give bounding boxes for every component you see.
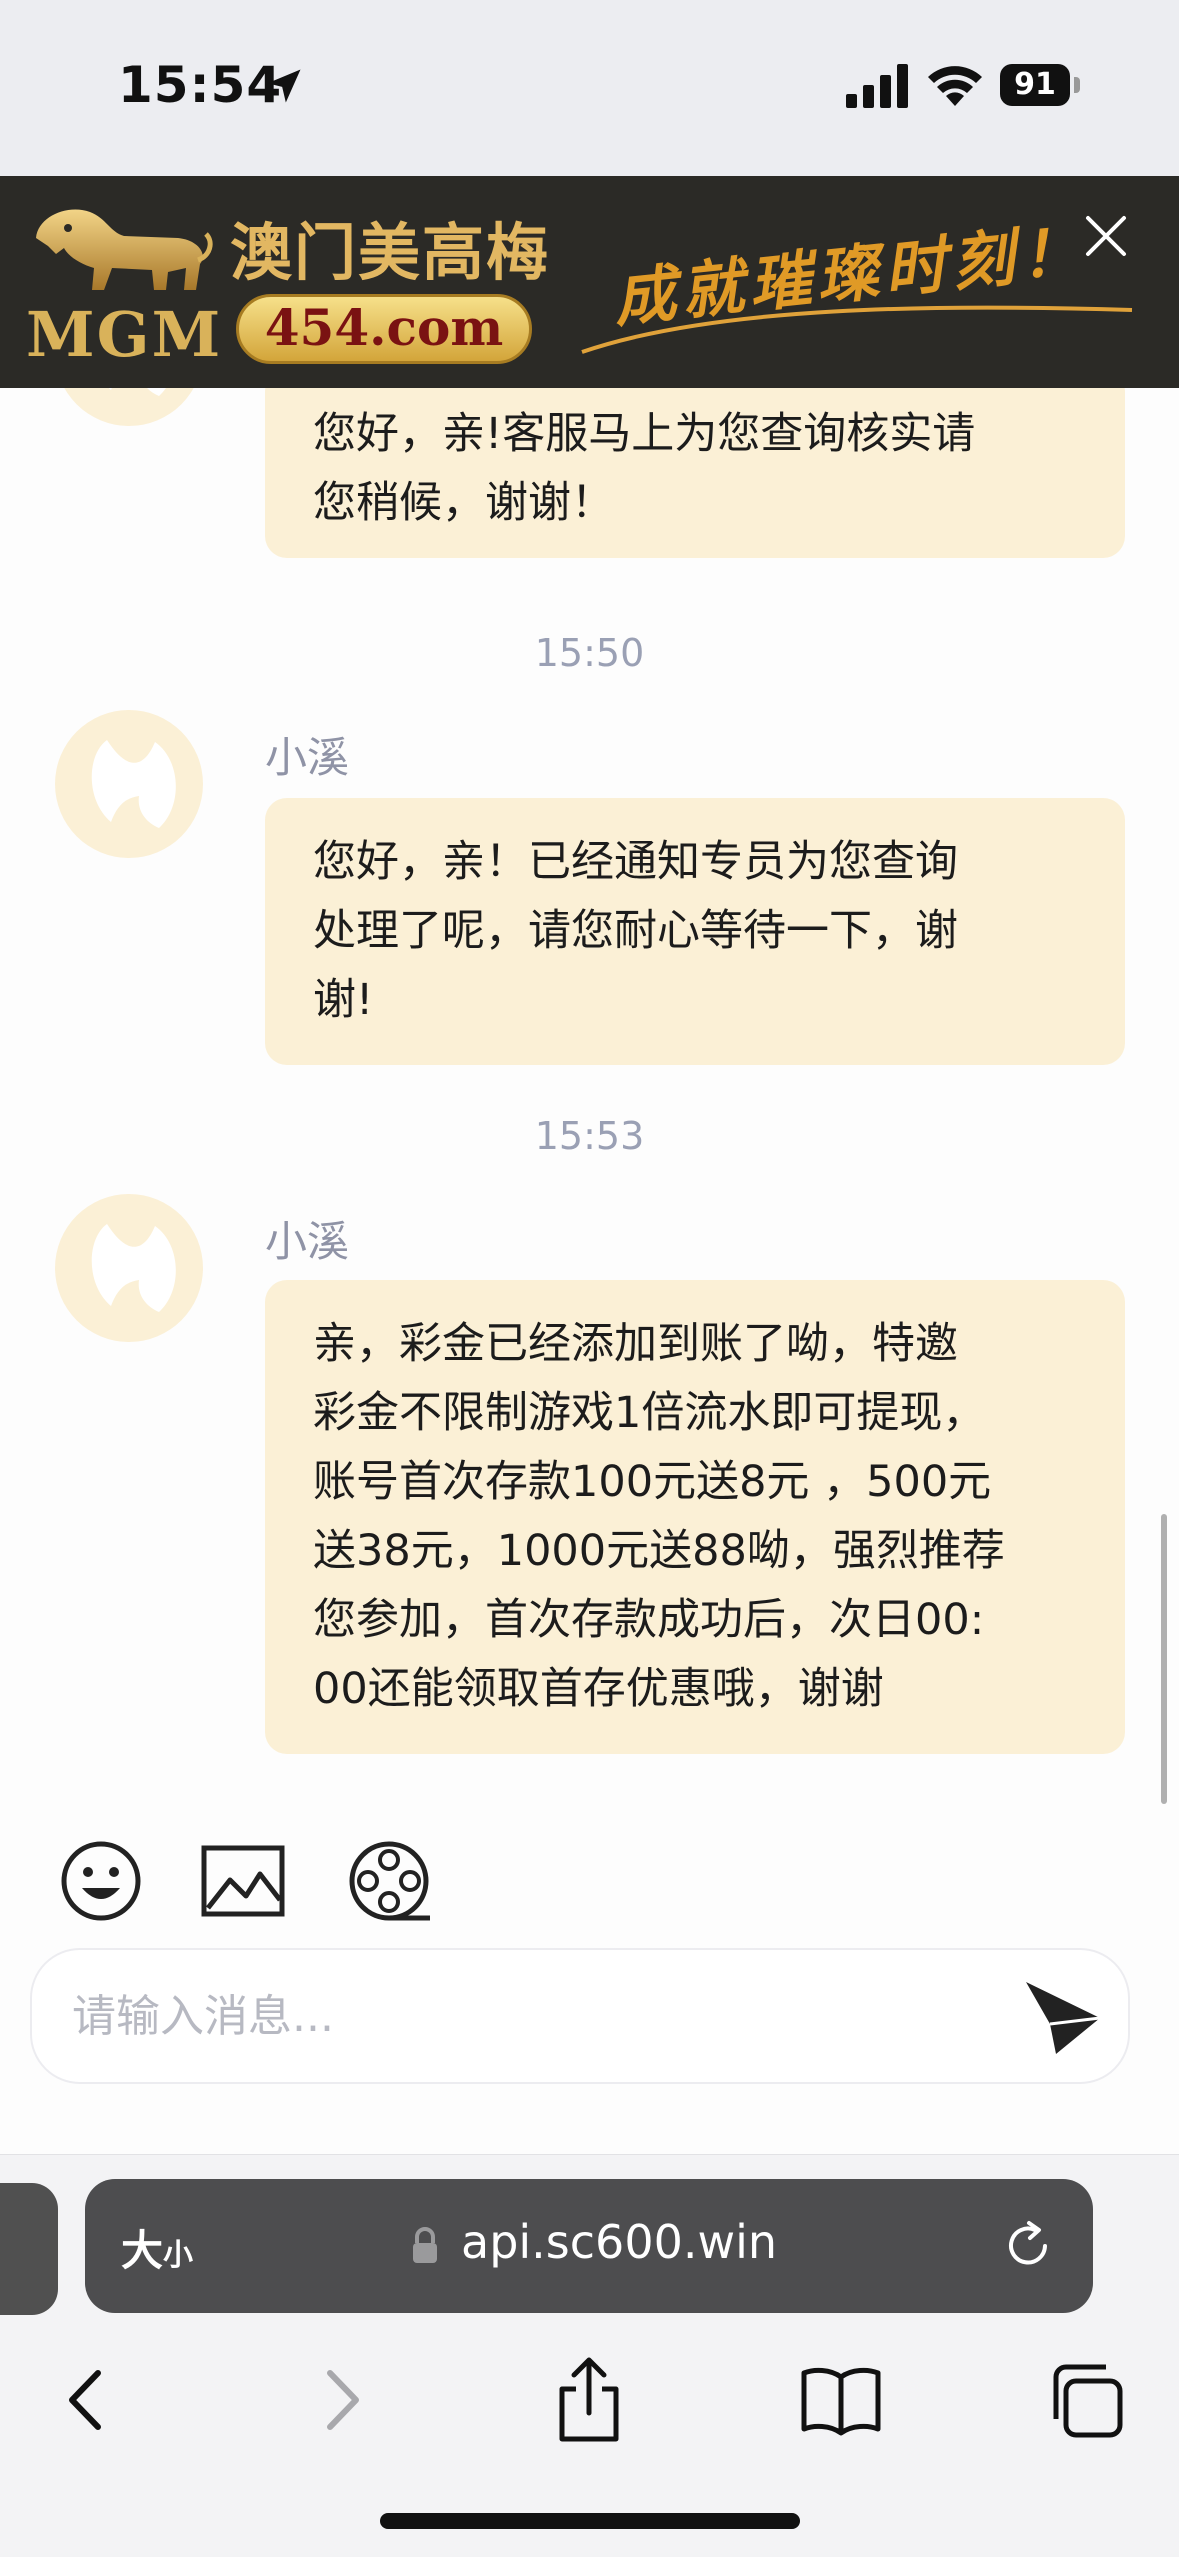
ad-banner[interactable]: MGM 澳门美高梅 454.com 成就璀璨时刻！ (0, 176, 1179, 388)
image-icon[interactable] (200, 1838, 286, 1924)
share-icon[interactable] (544, 2355, 634, 2445)
ad-brand-cn: 澳门美高梅 (230, 216, 551, 289)
message-bubble: 您好，亲！已经通知专员为您查询 处理了呢，请您耐心等待一下，谢 谢! (265, 798, 1125, 1065)
message-input-box[interactable] (30, 1948, 1130, 2084)
ad-brand-en: MGM (26, 298, 223, 371)
chat-messages[interactable]: 您好，亲!客服马上为您查询核实请 您稍候，谢谢！ 15:50 小溪 您好，亲！已… (0, 388, 1179, 1808)
elephant-logo-icon (91, 1224, 176, 1312)
ad-swoosh-decoration (581, 305, 1133, 354)
bookmarks-icon[interactable] (796, 2355, 886, 2445)
location-arrow-icon (267, 69, 301, 103)
close-ad-icon[interactable] (1076, 206, 1136, 266)
sender-name: 小溪 (265, 1217, 350, 1266)
sender-name: 小溪 (265, 733, 350, 782)
emoji-icon[interactable] (58, 1838, 144, 1924)
agent-avatar (55, 1194, 203, 1342)
agent-avatar (55, 388, 203, 426)
url-text[interactable]: api.sc600.win (461, 2215, 777, 2269)
message-input[interactable] (70, 1980, 974, 2052)
agent-avatar (55, 710, 203, 858)
message-time: 15:53 (534, 1114, 645, 1158)
previous-tab-edge[interactable] (0, 2183, 58, 2315)
message-time: 15:50 (534, 631, 645, 675)
tabs-icon[interactable] (1044, 2355, 1134, 2445)
reload-icon[interactable] (1001, 2219, 1055, 2273)
video-reel-icon[interactable] (346, 1838, 432, 1924)
status-time: 15:54 (118, 56, 283, 114)
back-icon[interactable] (42, 2355, 132, 2445)
message-bubble: 您好，亲!客服马上为您查询核实请 您稍候，谢谢！ (265, 388, 1125, 558)
home-indicator[interactable] (380, 2513, 800, 2529)
elephant-logo-icon (109, 388, 166, 396)
wifi-icon (928, 66, 982, 106)
browser-nav-row (0, 2355, 1179, 2455)
status-bar: 15:54 91 (0, 0, 1179, 176)
address-bar[interactable]: 大小 api.sc600.win (85, 2179, 1093, 2313)
forward-icon[interactable] (296, 2355, 386, 2445)
signal-icon (846, 64, 908, 108)
battery-icon: 91 (1000, 64, 1080, 106)
battery-level: 91 (1000, 64, 1070, 106)
elephant-logo-icon (91, 740, 176, 828)
scrollbar[interactable] (1161, 1514, 1167, 1804)
send-icon[interactable] (1016, 1972, 1106, 2062)
message-bubble: 亲，彩金已经添加到账了呦，特邀 彩金不限制游戏1倍流水即可提现， 账号首次存款1… (265, 1280, 1125, 1754)
ad-domain: 454.com (236, 294, 532, 364)
chat-toolbar (0, 1838, 1179, 1928)
text-size-button[interactable]: 大小 (121, 2217, 193, 2278)
browser-bottom-bar: 大小 api.sc600.win (0, 2154, 1179, 2557)
lock-icon (413, 2227, 437, 2263)
lion-logo-icon (36, 209, 213, 290)
